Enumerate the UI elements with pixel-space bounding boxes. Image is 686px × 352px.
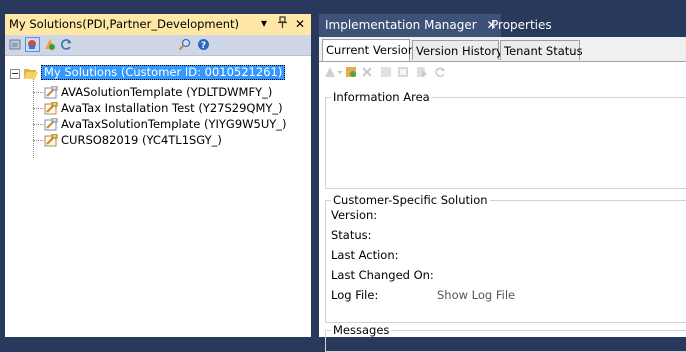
customer-specific-solution-title: Customer-Specific Solution: [331, 193, 490, 207]
solution-icon: [44, 117, 58, 131]
tree-item-label: CURSO82019 (YC4TL1SGY_): [61, 133, 222, 147]
active-solutions-icon[interactable]: [25, 37, 40, 52]
create-solution-icon[interactable]: [44, 38, 57, 51]
version-tab-strip: Current Version Version History Tenant S…: [319, 37, 686, 62]
implementation-toolbar: [319, 62, 686, 82]
tree-item-label: AvaTax Installation Test (Y27S29QMY_): [61, 101, 283, 115]
tab-implementation-manager[interactable]: Implementation Manager ✕: [319, 14, 501, 37]
collapse-toggle[interactable]: [10, 69, 20, 79]
tab-label: Implementation Manager: [325, 18, 477, 32]
pin-icon[interactable]: [278, 16, 287, 31]
status-label: Status:: [331, 228, 372, 242]
tab-label: Properties: [491, 18, 552, 32]
implementation-manager-content: Current Version Version History Tenant S…: [319, 37, 686, 352]
tree-connector: [33, 76, 34, 158]
tree-connector: [33, 108, 43, 109]
chevron-down-icon[interactable]: [337, 66, 343, 78]
chevron-down-icon[interactable]: ▾: [261, 16, 267, 30]
show-log-file-link[interactable]: Show Log File: [437, 288, 515, 302]
refresh-icon[interactable]: [60, 38, 73, 51]
messages-group: Messages: [325, 323, 686, 352]
close-icon[interactable]: ✕: [295, 17, 305, 31]
tab-properties[interactable]: Properties: [485, 14, 558, 37]
information-area-title: Information Area: [331, 90, 432, 104]
help-icon[interactable]: ?: [197, 38, 210, 51]
tree-item-label: AVASolutionTemplate (YDLTDWMFY_): [61, 85, 273, 99]
panel-title: My Solutions(PDI,Partner_Development): [9, 17, 239, 31]
tree-connector: [33, 92, 43, 93]
assemble-icon[interactable]: [345, 66, 357, 78]
my-solutions-panel-title-bar[interactable]: My Solutions(PDI,Partner_Development) ▾ …: [5, 14, 311, 35]
solution-tree: My Solutions (Customer ID: 0010521261) A…: [5, 56, 311, 337]
log-file-label: Log File:: [331, 288, 379, 302]
solution-active-icon: [44, 133, 58, 147]
refresh-icon[interactable]: [434, 66, 446, 78]
version-label: Version:: [331, 208, 378, 222]
solution-active-icon: [44, 101, 58, 115]
svg-text:?: ?: [201, 41, 206, 51]
folder-open-icon: [24, 67, 38, 80]
disabled-icon[interactable]: [361, 66, 373, 78]
find-icon[interactable]: [178, 38, 191, 51]
tab-tenant-status[interactable]: Tenant Status: [500, 40, 583, 60]
implementation-manager-panel: Implementation Manager ✕ Properties Curr…: [319, 14, 686, 352]
last-changed-on-label: Last Changed On:: [331, 268, 434, 282]
compare-icon[interactable]: [397, 66, 409, 78]
my-solutions-panel: My Solutions(PDI,Partner_Development) ▾ …: [5, 14, 311, 337]
tree-connector: [33, 140, 43, 141]
activate-icon[interactable]: [324, 66, 336, 78]
copy-icon[interactable]: [380, 66, 392, 78]
open-icon[interactable]: [9, 38, 22, 51]
messages-title: Messages: [331, 323, 392, 337]
tree-root-label: My Solutions (Customer ID: 0010521261): [41, 65, 286, 80]
tree-connector: [33, 124, 43, 125]
solution-explorer-toolbar: ?: [5, 35, 311, 56]
solution-icon: [44, 85, 58, 99]
tree-item-label: AvaTaxSolutionTemplate (YIYG9W5UY_): [61, 117, 287, 131]
last-action-label: Last Action:: [331, 248, 399, 262]
tab-version-history[interactable]: Version History: [412, 40, 503, 60]
information-area-group: Information Area: [325, 90, 686, 189]
download-icon[interactable]: [416, 66, 428, 78]
tab-current-version[interactable]: Current Version: [322, 39, 415, 61]
document-tab-strip: Implementation Manager ✕ Properties: [319, 14, 686, 37]
